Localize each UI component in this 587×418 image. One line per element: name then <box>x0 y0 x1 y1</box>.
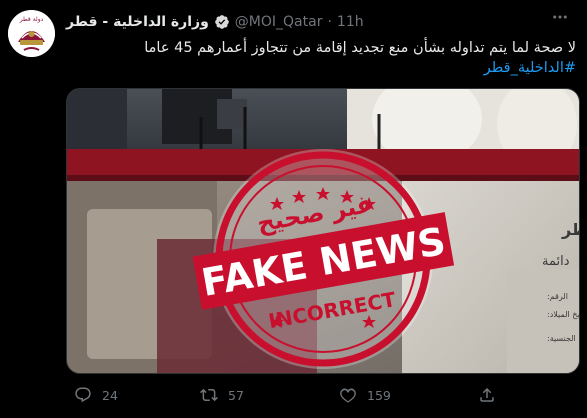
timestamp[interactable]: 11h <box>337 14 364 30</box>
moi-emblem-icon: دولة قطر <box>8 10 55 57</box>
heart-icon <box>340 388 356 403</box>
svg-text:دولة قطر: دولة قطر <box>19 16 44 23</box>
avatar[interactable]: دولة قطر <box>8 10 55 57</box>
reply-icon <box>75 387 91 403</box>
fake-news-image: قطر دائمة الرقم: تاريخ الميلاد: الجنسية: <box>67 89 579 373</box>
reply-button[interactable]: 24 <box>74 383 118 407</box>
verified-badge-icon <box>214 15 229 29</box>
share-icon <box>480 387 494 402</box>
card-permanent-text: دائمة <box>542 254 570 269</box>
tweet-header: وزارة الداخلية - قطر @MOI_Qatar · 11h <box>66 11 364 33</box>
reply-count: 24 <box>102 387 118 403</box>
like-button[interactable]: 159 <box>339 383 391 407</box>
action-bar: 24 57 159 <box>66 383 526 407</box>
handle[interactable]: @MOI_Qatar <box>235 14 323 30</box>
retweet-icon <box>200 388 218 402</box>
more-options-icon[interactable] <box>543 6 577 28</box>
like-count: 159 <box>367 387 391 403</box>
retweet-button[interactable]: 57 <box>200 383 244 407</box>
card-label-nationality: الجنسية: <box>547 334 576 343</box>
card-label-birth: تاريخ الميلاد: <box>547 310 579 319</box>
tweet-image[interactable]: قطر دائمة الرقم: تاريخ الميلاد: الجنسية: <box>66 88 580 374</box>
tweet[interactable]: دولة قطر وزارة الداخلية - قطر @MOI_Qatar… <box>0 0 587 418</box>
display-name[interactable]: وزارة الداخلية - قطر <box>66 14 209 30</box>
card-qatar-text: قطر <box>561 220 579 239</box>
share-button[interactable] <box>478 383 496 407</box>
retweet-count: 57 <box>228 387 244 403</box>
card-label-number: الرقم: <box>547 292 568 301</box>
hashtag-link[interactable]: #الداخلية_قطر <box>66 58 576 78</box>
tweet-text: لا صحة لما يتم تداوله بشأن منع تجديد إقا… <box>144 40 576 56</box>
separator-dot: · <box>327 14 332 30</box>
